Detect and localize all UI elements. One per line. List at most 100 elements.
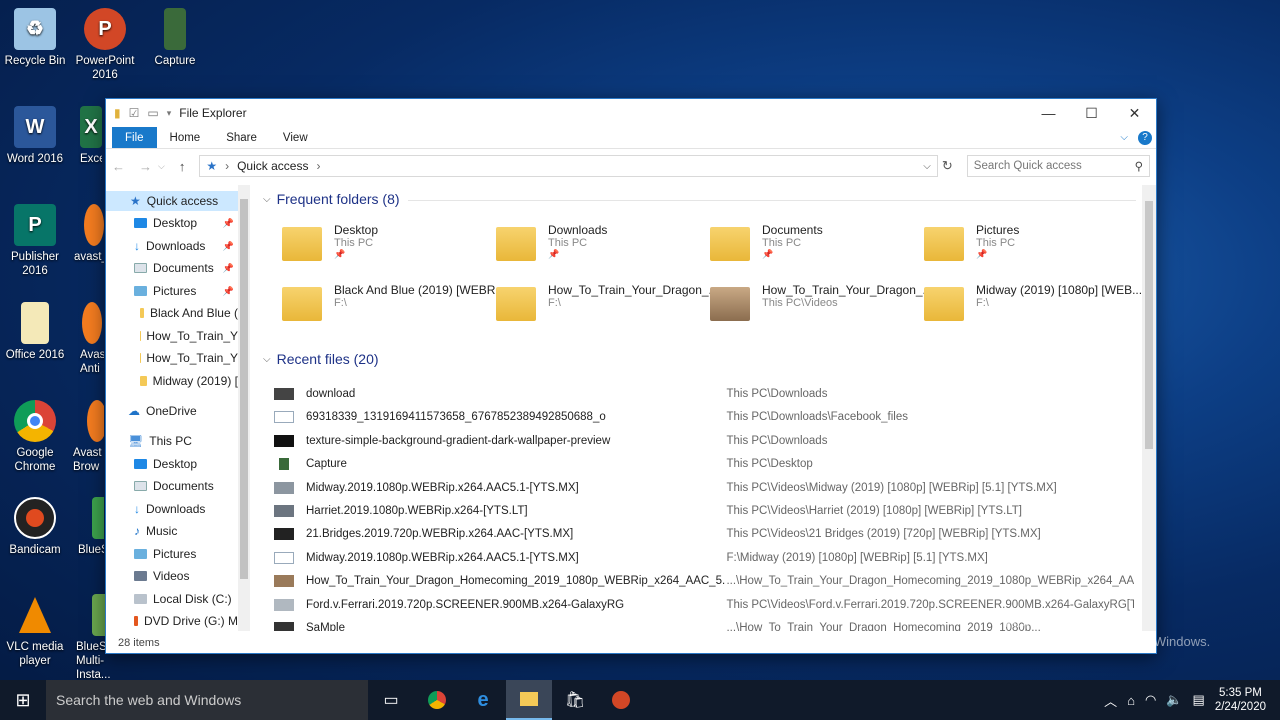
folder-icon [282, 287, 322, 321]
frequent-folder-tile[interactable]: Black And Blue (2019) [WEBR... F:\ [268, 281, 505, 333]
onedrive-cloud-icon: ☁ [128, 404, 140, 418]
desktop-icon-powerpoint[interactable]: P PowerPoint 2016 [70, 8, 140, 82]
tab-home[interactable]: Home [157, 127, 214, 148]
desktop-icon-chrome[interactable]: Google Chrome [0, 400, 70, 474]
video-thumbnail-icon [274, 599, 294, 611]
desktop-icon-bluestacks[interactable]: BlueS [64, 497, 104, 557]
address-dropdown-icon[interactable]: ⌵ [923, 161, 931, 172]
nav-item-folder[interactable]: How_To_Train_Y [140, 326, 238, 346]
customize-toolbar-icon[interactable]: ▾ [167, 108, 172, 119]
refresh-button[interactable]: ↻ [942, 158, 953, 174]
recent-file-row[interactable]: texture-simple-background-gradient-dark-… [274, 430, 1134, 452]
task-view-button[interactable]: ▭ [368, 680, 414, 720]
volume-icon[interactable]: 🔈 [1166, 692, 1182, 708]
frequent-folder-tile[interactable]: Midway (2019) [1080p] [WEB... F:\ [910, 281, 1142, 333]
recent-locations-icon[interactable]: ⌵ [158, 161, 165, 172]
frequent-folder-tile[interactable]: Downloads This PC 📌 [482, 221, 692, 273]
expand-ribbon-icon[interactable]: ⌵ [1120, 132, 1128, 143]
taskbar-search-box[interactable]: Search the web and Windows [46, 680, 368, 720]
edge-icon: e [477, 688, 489, 711]
taskbar-file-explorer[interactable] [506, 680, 552, 720]
folder-icon [710, 287, 750, 321]
recent-file-row[interactable]: Harriet.2019.1080p.WEBRip.x264-[YTS.LT] T… [274, 500, 1134, 522]
nav-item-folder[interactable]: How_To_Train_Y [140, 348, 238, 368]
frequent-folder-tile[interactable]: Pictures This PC 📌 [910, 221, 1120, 273]
taskbar-powerpoint[interactable] [598, 680, 644, 720]
start-button[interactable]: ⊞ [0, 690, 46, 711]
nav-item-folder[interactable]: Midway (2019) [ [140, 371, 238, 391]
nav-pc-local-disk[interactable]: Local Disk (C:) [134, 589, 238, 609]
nav-pc-desktop[interactable]: Desktop [134, 454, 238, 474]
desktop-icon-vlc[interactable]: VLC media player [0, 594, 70, 668]
up-button[interactable]: ↑ [179, 159, 186, 174]
nav-pc-downloads[interactable]: ↓ Downloads [134, 499, 238, 519]
avast-browser-icon [87, 400, 104, 442]
nav-pc-dvd-drive[interactable]: DVD Drive (G:) M [134, 611, 238, 631]
nav-item-pictures[interactable]: Pictures 📌 [134, 281, 238, 301]
desktop-icon-excel[interactable]: X Excel [62, 106, 102, 166]
network-icon[interactable]: ⌂ [1127, 693, 1135, 708]
desktop-icon-recycle-bin[interactable]: ♻ Recycle Bin [0, 8, 70, 68]
recent-file-row[interactable]: 21.Bridges.2019.720p.WEBRip.x264.AAC-[YT… [274, 523, 1134, 545]
recent-file-row[interactable]: download This PC\Downloads [274, 383, 1134, 405]
desktop-icon-avast-antivirus[interactable]: Avast Anti [64, 302, 104, 376]
taskbar-chrome[interactable] [414, 680, 460, 720]
desktop-icon-word[interactable]: W Word 2016 [0, 106, 70, 166]
taskbar-store[interactable]: 🛍 [552, 680, 598, 720]
frequent-folder-tile[interactable]: Desktop This PC 📌 [268, 221, 478, 273]
recent-file-row[interactable]: Midway.2019.1080p.WEBRip.x264.AAC5.1-[YT… [274, 477, 1134, 499]
desktop-icon-bluestacks-multi[interactable]: BlueS Multi-Insta... [64, 594, 110, 682]
desktop-icon-bandicam[interactable]: Bandicam [0, 497, 70, 557]
recent-file-row[interactable]: Capture This PC\Desktop [274, 453, 1134, 475]
content-scrollbar-thumb[interactable] [1145, 201, 1153, 449]
wifi-icon[interactable]: ◠ [1145, 692, 1156, 708]
search-icon: ⚲ [1134, 161, 1143, 173]
maximize-button[interactable]: ☐ [1070, 99, 1113, 127]
nav-scrollbar[interactable] [238, 185, 250, 631]
nav-pc-videos[interactable]: Videos [134, 566, 238, 586]
properties-icon[interactable]: ☑ [129, 106, 140, 120]
nav-scrollbar-thumb[interactable] [240, 199, 248, 579]
nav-onedrive[interactable]: ☁ OneDrive [128, 401, 238, 421]
recent-files-header[interactable]: ⌵ Recent files (20) [263, 351, 379, 367]
search-box[interactable]: Search Quick access ⚲ [966, 155, 1150, 177]
nav-item-desktop[interactable]: Desktop 📌 [134, 213, 238, 233]
desktop-icon-avast-setup[interactable]: avast_ [64, 204, 104, 264]
nav-item-folder[interactable]: Black And Blue ( [140, 303, 238, 323]
frequent-folder-tile[interactable]: How_To_Train_Your_Dragon_... This PC\Vide… [696, 281, 933, 333]
forward-button[interactable]: → [139, 159, 152, 174]
back-button[interactable]: ← [112, 159, 125, 174]
desktop-icon-publisher[interactable]: P Publisher 2016 [0, 204, 70, 278]
desktop-icon-capture[interactable]: Capture [140, 8, 210, 68]
close-button[interactable]: ✕ [1113, 99, 1156, 127]
tab-share[interactable]: Share [213, 127, 270, 148]
nav-pc-pictures[interactable]: Pictures [134, 544, 238, 564]
recent-file-row[interactable]: How_To_Train_Your_Dragon_Homecoming_2019… [274, 570, 1134, 592]
action-center-icon[interactable]: ▤ [1193, 692, 1205, 708]
frequent-folder-tile[interactable]: How_To_Train_Your_Dragon_... F:\ [482, 281, 719, 333]
frequent-folders-header[interactable]: ⌵ Frequent folders (8) [263, 191, 400, 207]
nav-pc-documents[interactable]: Documents [134, 476, 238, 496]
desktop-icon-avast-browser[interactable]: Avast Brow [64, 400, 104, 474]
tab-file[interactable]: File [112, 127, 157, 148]
nav-pc-music[interactable]: ♪ Music [134, 521, 238, 541]
minimize-button[interactable]: — [1027, 99, 1070, 127]
content-scrollbar[interactable] [1142, 185, 1156, 631]
tab-view[interactable]: View [270, 127, 321, 148]
show-hidden-icons-icon[interactable]: ︿ [1104, 691, 1117, 710]
breadcrumb-quick-access[interactable]: Quick access [237, 159, 308, 173]
nav-item-documents[interactable]: Documents 📌 [134, 258, 238, 278]
desktop-icon-office[interactable]: Office 2016 [0, 302, 70, 362]
frequent-folder-tile[interactable]: Documents This PC 📌 [696, 221, 906, 273]
new-folder-icon[interactable]: ▭ [147, 106, 158, 120]
help-icon[interactable]: ? [1138, 130, 1152, 145]
nav-quick-access[interactable]: ★ Quick access [106, 191, 238, 211]
nav-item-downloads[interactable]: ↓ Downloads 📌 [134, 236, 238, 256]
clock[interactable]: 5:35 PM 2/24/2020 [1215, 686, 1266, 714]
recent-file-row[interactable]: Midway.2019.1080p.WEBRip.x264.AAC5.1-[YT… [274, 547, 1134, 569]
recent-file-row[interactable]: 69318339_1319169411573658_67678523894928… [274, 406, 1134, 428]
recycle-bin-icon: ♻ [14, 8, 56, 50]
address-bar[interactable]: ★ › Quick access › ⌵ [199, 155, 938, 177]
taskbar-edge[interactable]: e [460, 680, 506, 720]
file-explorer-window: ▮ ☑ ▭ ▾ File Explorer — ☐ ✕ File Home Sh… [105, 98, 1157, 654]
